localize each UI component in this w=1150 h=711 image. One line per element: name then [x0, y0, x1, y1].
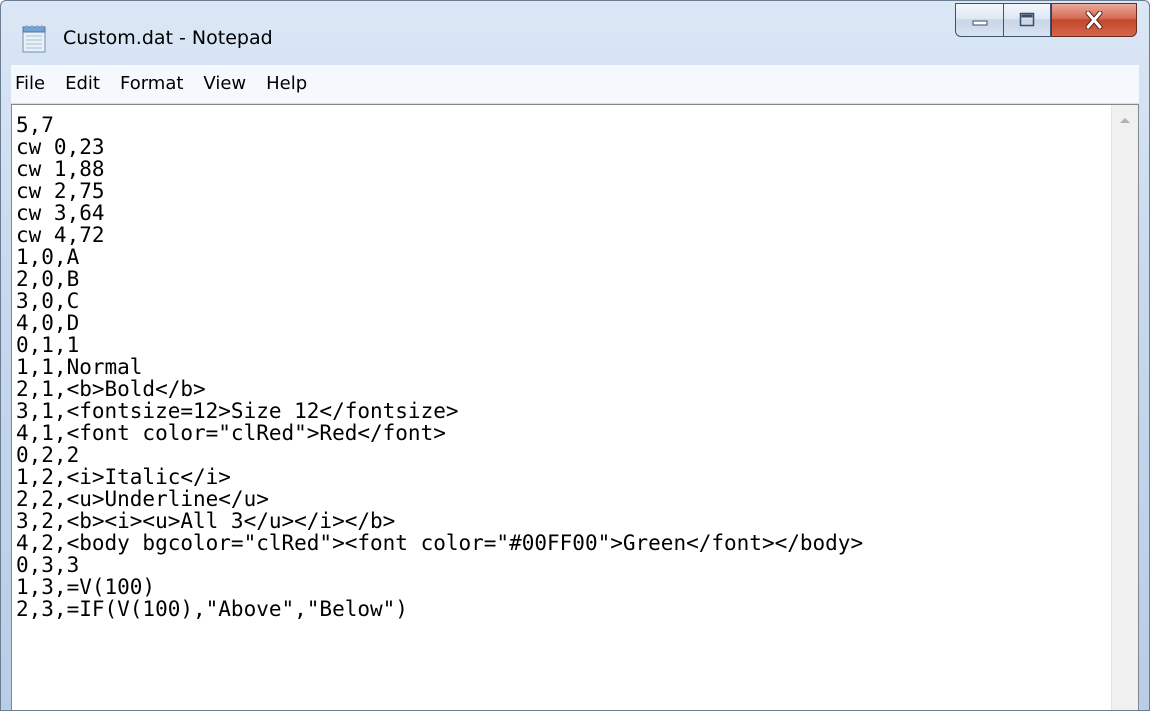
- text-line: cw 0,23: [16, 135, 105, 159]
- text-line: 1,2,<i>Italic</i>: [16, 465, 231, 489]
- menu-edit[interactable]: Edit: [55, 65, 110, 103]
- minimize-icon: [972, 20, 987, 26]
- title-bar[interactable]: Custom.dat - Notepad: [1, 1, 1149, 65]
- text-line: 3,1,<fontsize=12>Size 12</fontsize>: [16, 399, 459, 423]
- text-line: 0,3,3: [16, 553, 80, 577]
- text-line: cw 2,75: [16, 179, 105, 203]
- maximize-icon: [1019, 12, 1035, 27]
- menu-bar: File Edit Format View Help: [11, 65, 1139, 104]
- text-line: cw 1,88: [16, 157, 105, 181]
- close-icon: [1085, 11, 1103, 29]
- text-line: 4,0,D: [16, 311, 80, 335]
- text-line: 5,7: [16, 113, 54, 137]
- text-editor[interactable]: 5,7 cw 0,23 cw 1,88 cw 2,75 cw 3,64 cw 4,72 1,…: [11, 104, 1139, 710]
- vertical-scrollbar[interactable]: [1111, 105, 1138, 710]
- text-line: 1,0,A: [16, 245, 80, 269]
- text-line: 2,0,B: [16, 267, 80, 291]
- menu-file[interactable]: File: [11, 65, 55, 103]
- menu-help[interactable]: Help: [256, 65, 317, 103]
- menu-format[interactable]: Format: [110, 65, 193, 103]
- text-line: 1,1,Normal: [16, 355, 143, 379]
- editor-text[interactable]: 5,7 cw 0,23 cw 1,88 cw 2,75 cw 3,64 cw 4,72 1,…: [16, 114, 1106, 620]
- text-line: 2,2,<u>Underline</u>: [16, 487, 269, 511]
- window-title: Custom.dat - Notepad: [63, 27, 273, 49]
- text-line: 0,1,1: [16, 333, 80, 357]
- text-line: cw 3,64: [16, 201, 105, 225]
- notepad-icon: [22, 25, 46, 53]
- text-line: 1,3,=V(100): [16, 575, 156, 599]
- text-line: cw 4,72: [16, 223, 105, 247]
- caption-buttons: [955, 3, 1137, 37]
- menu-view[interactable]: View: [193, 65, 256, 103]
- scroll-up-arrow-icon: [1120, 118, 1130, 123]
- close-button[interactable]: [1051, 3, 1137, 37]
- scroll-up-button[interactable]: [1112, 105, 1138, 135]
- text-line: 0,2,2: [16, 443, 80, 467]
- maximize-button[interactable]: [1003, 3, 1051, 37]
- minimize-button[interactable]: [955, 3, 1003, 37]
- notepad-window: Custom.dat - Notepad File Edit Format Vi…: [0, 0, 1150, 711]
- text-line: 3,2,<b><i><u>All 3</u></i></b>: [16, 509, 396, 533]
- text-line: 2,3,=IF(V(100),"Above","Below"): [16, 597, 408, 621]
- text-line: 4,2,<body bgcolor="clRed"><font color="#…: [16, 531, 864, 555]
- text-line: 3,0,C: [16, 289, 80, 313]
- text-line: 2,1,<b>Bold</b>: [16, 377, 206, 401]
- text-line: 4,1,<font color="clRed">Red</font>: [16, 421, 446, 445]
